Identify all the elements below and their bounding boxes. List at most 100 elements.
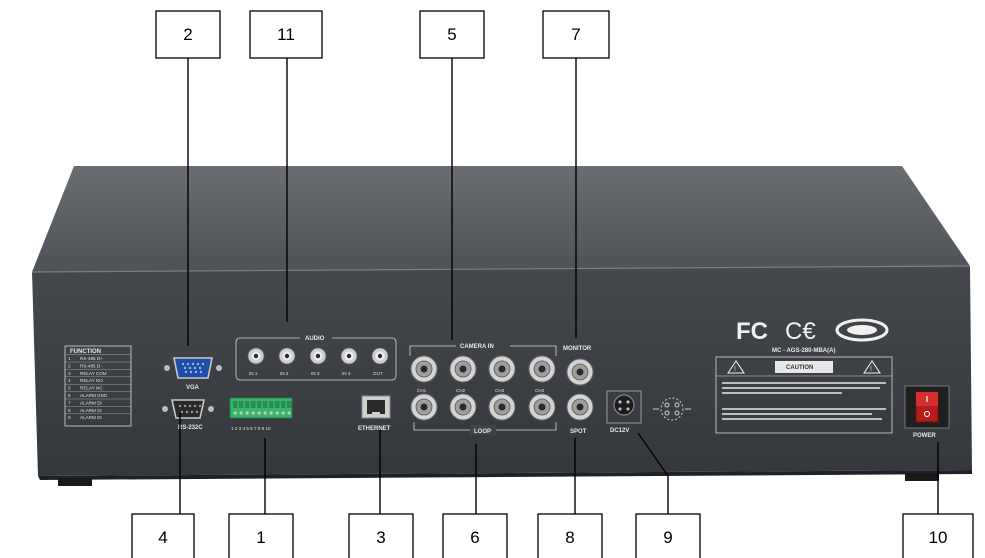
function-row-number: 9 (68, 415, 71, 420)
monitor-label: MONITOR (563, 346, 592, 352)
loop-bnc-ch1[interactable] (410, 393, 438, 421)
callout-label-2: 2 (183, 25, 192, 44)
function-table-title: FUNCTION (70, 349, 101, 355)
svg-text:!: ! (734, 366, 736, 373)
camera-in-title: CAMERA IN (460, 344, 494, 350)
audio-port-label: IN 2 (280, 371, 289, 376)
loop-bnc-ch3[interactable] (488, 393, 516, 421)
terminal-slot[interactable] (275, 401, 280, 408)
power-label: POWER (913, 433, 936, 439)
function-row-text: RS-485 D+ (80, 356, 103, 361)
terminal-slot[interactable] (263, 401, 268, 408)
callout-3: 3 (348, 513, 414, 558)
camera-in-bnc-ch1[interactable] (410, 355, 438, 383)
terminal-slot[interactable] (245, 401, 250, 408)
audio-port-out[interactable] (371, 347, 389, 365)
function-row-text: ALARM DI (80, 408, 102, 413)
vga-screw-right (216, 365, 222, 371)
fc-logo: FC (736, 318, 768, 345)
terminal-slot[interactable] (233, 401, 238, 408)
loop-bnc-ch4[interactable] (528, 393, 556, 421)
terminal-slot[interactable] (251, 401, 256, 408)
function-row-text: ALARM GND (80, 393, 108, 398)
callout-10: 10 (902, 513, 974, 558)
rs232c-screw-right (208, 406, 214, 412)
vga-label: VGA (186, 385, 200, 391)
function-row-number: 2 (68, 363, 71, 368)
terminal-screw (251, 411, 255, 415)
terminal-slot[interactable] (269, 401, 274, 408)
channel-label: CH4 (535, 388, 545, 393)
model-number: MC - AGS-280-MBA(A) (772, 348, 835, 354)
callout-label-9: 9 (663, 528, 672, 547)
callout-9: 9 (635, 513, 701, 558)
callout-label-6: 6 (470, 528, 479, 547)
callout-8: 8 (537, 513, 603, 558)
audio-port-label: IN 1 (249, 371, 258, 376)
ethernet-port[interactable]: ETHERNET (358, 395, 391, 432)
camera-in-bnc-ch3[interactable] (488, 355, 516, 383)
terminal-screw (239, 411, 243, 415)
vga-connector-shell (173, 357, 213, 379)
function-row-number: 3 (68, 371, 71, 376)
terminal-slot[interactable] (257, 401, 262, 408)
ethernet-latch (372, 412, 380, 415)
ce-logo: C€ (785, 318, 816, 345)
function-row-number: 7 (68, 400, 71, 405)
callout-label-7: 7 (571, 25, 580, 44)
rs232c-screw-left (162, 406, 168, 412)
spot-label: SPOT (570, 429, 587, 435)
terminal-slot[interactable] (239, 401, 244, 408)
loop-bnc-ch2[interactable] (449, 393, 477, 421)
function-row-text: RS-485 D- (80, 363, 102, 368)
callout-4: 4 (131, 513, 195, 558)
callout-6: 6 (442, 513, 508, 558)
callout-label-8: 8 (565, 528, 574, 547)
audio-port-label: IN 4 (342, 371, 351, 376)
dc12v-jack[interactable] (613, 394, 635, 416)
audio-port-in-2[interactable] (278, 347, 296, 365)
camera-in-bnc-ch4[interactable] (528, 355, 556, 383)
dc12v-label: DC12V (610, 428, 629, 434)
terminal-screw (281, 411, 285, 415)
terminal-screw (245, 411, 249, 415)
monitor-bnc[interactable] (566, 358, 594, 386)
chassis-foot-right (905, 473, 939, 481)
audio-port-in-3[interactable] (309, 347, 327, 365)
dvr-chassis (31, 166, 972, 486)
chassis-top (32, 166, 970, 272)
callout-label-3: 3 (376, 528, 385, 547)
terminal-slot[interactable] (287, 401, 292, 408)
function-row-number: 5 (68, 386, 71, 391)
channel-label: CH3 (495, 388, 505, 393)
terminal-screw (257, 411, 261, 415)
callout-1: 1 (228, 513, 294, 558)
chassis-foot-left (58, 478, 92, 486)
terminal-screw (269, 411, 273, 415)
terminal-screw (233, 411, 237, 415)
terminal-slot[interactable] (281, 401, 286, 408)
function-row-text: ALARM DI (80, 415, 102, 420)
callout-11: 11 (249, 10, 323, 59)
terminal-numbers: 1 2 3 4 5 6 7 8 9 10 (231, 426, 271, 431)
function-row-number: 8 (68, 408, 71, 413)
spot-bnc[interactable] (566, 393, 594, 421)
terminal-screw (263, 411, 267, 415)
callout-label-1: 1 (256, 528, 265, 547)
audio-port-in-4[interactable] (340, 347, 358, 365)
callout-label-4: 4 (158, 528, 167, 547)
function-row-text: ALARM DI (80, 400, 102, 405)
function-row-number: 1 (68, 356, 71, 361)
dvr-rear-panel-diagram: FUNCTION 1 RS-485 D+ 2 RS-485 D- 3 RELAY COM 4… (31, 10, 974, 558)
camera-in-bnc-ch2[interactable] (449, 355, 477, 383)
function-row-text: RELAY NC (80, 386, 103, 391)
ethernet-label: ETHERNET (358, 426, 391, 432)
channel-label: CH1 (417, 388, 427, 393)
channel-label: CH2 (456, 388, 466, 393)
callout-label-11: 11 (277, 25, 295, 44)
terminal-screw (287, 411, 291, 415)
audio-port-in-1[interactable] (247, 347, 265, 365)
callout-7: 7 (542, 10, 610, 59)
function-row-text: RELAY NO (80, 378, 103, 383)
callout-label-5: 5 (447, 25, 456, 44)
